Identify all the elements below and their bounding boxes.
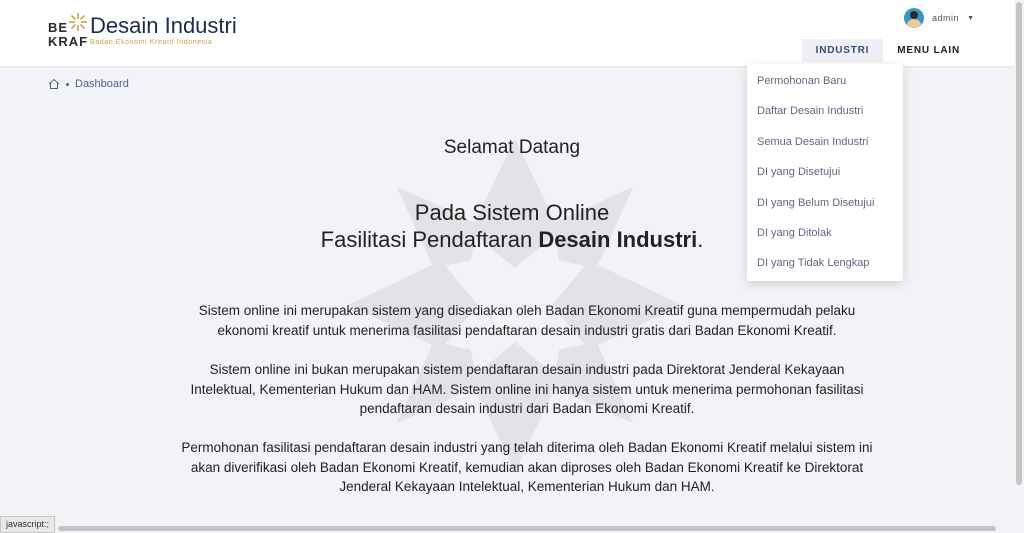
nav-industri[interactable]: INDUSTRI: [801, 39, 884, 62]
menu-item-daftar-desain-industri[interactable]: Daftar Desain Industri: [747, 96, 903, 126]
breadcrumb-current: Dashboard: [75, 78, 129, 90]
home-icon[interactable]: [48, 78, 60, 90]
breadcrumb: Dashboard: [48, 78, 129, 90]
industri-dropdown-menu: Permohonan Baru Daftar Desain Industri S…: [747, 64, 903, 281]
horizontal-scrollbar[interactable]: [0, 523, 1014, 533]
menu-item-di-tidak-lengkap[interactable]: DI yang Tidak Lengkap: [747, 248, 903, 278]
menu-item-di-disetujui[interactable]: DI yang Disetujui: [747, 157, 903, 187]
intro-paragraph-2: Sistem online ini bukan merupakan sistem…: [190, 362, 864, 416]
headline-suffix: .: [697, 227, 704, 252]
headline-bold: Desain Industri: [538, 227, 698, 252]
user-menu[interactable]: admin ▼: [904, 8, 974, 28]
user-name: admin: [932, 13, 960, 23]
main-nav: INDUSTRI MENU LAIN: [801, 39, 974, 62]
nav-menu-lain[interactable]: MENU LAIN: [883, 39, 974, 62]
user-avatar-icon: [904, 8, 925, 28]
menu-item-semua-desain-industri[interactable]: Semua Desain Industri: [747, 127, 903, 157]
vertical-scrollbar[interactable]: [1014, 0, 1024, 533]
bekraf-star-icon: [69, 13, 87, 31]
logo-text-kraf: KRAF: [48, 34, 89, 49]
horizontal-scrollbar-thumb[interactable]: [58, 526, 996, 531]
app-subtitle: Badan Ekonomi Kreatif Indonesia: [90, 39, 213, 46]
intro-paragraph-3: Permohonan fasilitasi pendaftaran desain…: [181, 440, 873, 494]
caret-down-icon: ▼: [967, 14, 974, 22]
breadcrumb-separator: [66, 82, 69, 86]
top-header: BE KRAF Desain Industri Badan Ekonomi Kr…: [0, 0, 1014, 66]
menu-item-di-belum-disetujui[interactable]: DI yang Belum Disetujui: [747, 188, 903, 218]
menu-item-permohonan-baru[interactable]: Permohonan Baru: [747, 66, 903, 96]
browser-status-bar: javascript:;: [0, 516, 56, 533]
logo-text-be: BE: [48, 20, 69, 35]
vertical-scrollbar-thumb[interactable]: [1016, 2, 1022, 485]
intro-paragraph-1: Sistem online ini merupakan sistem yang …: [198, 303, 856, 338]
app-title: Desain Industri: [90, 13, 237, 38]
headline-prefix: Fasilitasi Pendaftaran: [320, 227, 539, 252]
menu-item-di-ditolak[interactable]: DI yang Ditolak: [747, 218, 903, 248]
